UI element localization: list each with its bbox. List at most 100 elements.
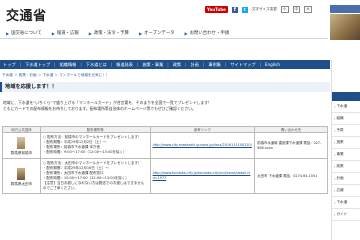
nav-item-press[interactable]: ▶ 報道・広報: [51, 30, 79, 37]
nav-item-label: 政策・法令・予算: [93, 31, 129, 36]
reference-cell: http://www.city.maebashi.gunma.jp/docs/2…: [149, 132, 256, 159]
distribution-cell: ○ 配布方法：太田市のマンホールカードをプレゼントします！ ・配布期間：平成29…: [39, 158, 151, 194]
sidebar-item[interactable]: › 事業: [332, 149, 360, 161]
distribution-table: 地方公共団体 配布場所等 参考リンク 問い合わせ先 群馬県前橋市 ○ 配布方法：…: [2, 126, 328, 194]
desc-line: ・配布時間：9:00～17:00（12:00～13:00を除く）: [42, 150, 127, 154]
tab-english[interactable]: English: [265, 62, 280, 67]
sidebar-header: [332, 92, 360, 101]
contact-cell: 太田市 下水道課 電話：0274-64-1551: [254, 158, 328, 194]
sidebar-item-label: 予算: [336, 128, 344, 132]
tab-policy[interactable]: 政策: [173, 62, 181, 68]
chevron-right-icon: ▶: [184, 30, 188, 36]
sidebar-item-label: 事業: [336, 152, 344, 156]
tab-separator: |: [202, 62, 205, 67]
tab-top[interactable]: トップ: [3, 62, 16, 68]
table-row: 群馬県前橋市 ○ 配布方法：前橋市のマンホールカードをプレゼントします！ ・配布…: [2, 132, 328, 159]
sidebar-item[interactable]: › 政策: [332, 161, 360, 173]
nav-item-policy[interactable]: ▶ 政策・法令・予算: [88, 30, 129, 37]
chevron-right-icon: ›: [334, 200, 336, 205]
prefecture-name: 群馬県: [10, 151, 22, 155]
tab-separator: |: [259, 62, 261, 67]
tab-about-sewer[interactable]: 下水道とは: [86, 62, 107, 68]
tab-separator: |: [224, 62, 227, 67]
sidebar-item[interactable]: › 下水道: [332, 197, 360, 209]
sidebar-item[interactable]: › 広報: [332, 185, 360, 197]
sidebar-item[interactable]: › ガイド: [332, 209, 360, 221]
youtube-icon[interactable]: YouTube: [205, 6, 228, 13]
right-sidebar: › 下水道 › 組織 › 予算 › 施策 › 事業 › 政策 › 計画 › 広報 › 下水道 › ガ…: [331, 60, 360, 240]
nav-item-opendata[interactable]: ▶ オープンデータ: [139, 30, 175, 37]
chevron-right-icon: ›: [334, 164, 336, 169]
font-size-small-button[interactable]: 小: [280, 6, 289, 13]
tab-separator: |: [19, 62, 21, 67]
desc-line: 【注意】当日お越しになれない方は郵送でのお渡しはできませんのでご了承ください。: [42, 181, 145, 190]
prefecture-name: 群馬県: [10, 181, 22, 186]
font-size-medium-button[interactable]: 中: [292, 6, 301, 13]
global-nav: ▶ 国交省について ▶ 報道・広報 ▶ 政策・法令・予算 ▶ オープンデータ ▶ お問い合…: [0, 28, 328, 39]
chevron-right-icon: ›: [334, 116, 336, 121]
facebook-icon[interactable]: f: [231, 6, 238, 13]
tab-sitemap[interactable]: サイトマップ: [230, 62, 255, 68]
sidebar-item-label: ガイド: [336, 212, 348, 216]
sidebar-item[interactable]: › 計画: [332, 173, 360, 185]
sidebar-item-label: 政策: [336, 164, 344, 168]
header-utilities: YouTube f t 文字サイズ変更 小 中 大: [205, 6, 312, 13]
nav-item-label: オープンデータ: [144, 31, 175, 36]
site-logo[interactable]: 交通省: [6, 5, 47, 24]
tab-sewer-top[interactable]: 下水道トップ: [25, 62, 50, 68]
tab-press[interactable]: 報道発表: [116, 62, 133, 68]
tab-separator: |: [136, 62, 139, 67]
chevron-right-icon: ›: [334, 212, 336, 217]
search-input[interactable]: [330, 5, 360, 13]
tab-plan[interactable]: 計画: [191, 62, 199, 68]
chevron-right-icon: ›: [334, 104, 336, 109]
city-name: 太田市: [21, 181, 33, 186]
nav-item-label: 国交省について: [11, 31, 42, 36]
section-tabs: トップ | 下水道トップ | 組織情報 | 下水道とは | 報道発表 | 施策・事業 | 政…: [0, 60, 330, 69]
sidebar-item-label: 下水道: [336, 104, 348, 108]
sidebar-item[interactable]: › 予算: [332, 125, 360, 137]
intro-text: 地域に、下水道を“いちくら”で盛り上げる「マンホールカード」が合言葉を、そのまり…: [3, 100, 328, 112]
contact-cell: 前橋市水道局 建設課下水道課 電話：027-898-xxxx: [254, 132, 328, 159]
sidebar-item-label: 計画: [336, 176, 344, 180]
tab-separator: |: [110, 62, 113, 67]
city-name: 前橋市: [21, 151, 33, 155]
reference-cell: http://www.tomioka-city.jp/tomioka-city/…: [149, 158, 256, 194]
sidebar-item-label: 広報: [336, 188, 344, 192]
tab-organization[interactable]: 組織情報: [60, 62, 77, 68]
breadcrumb[interactable]: 下水道 ＞ 政策・計画 ＞ 下水道 ＞ マンホールで地域を元気に！！: [2, 73, 109, 78]
tab-cases[interactable]: 事例集: [208, 62, 221, 68]
reference-link[interactable]: http://www.tomioka-city.jp/tomioka-city/…: [153, 171, 251, 180]
chevron-right-icon: ›: [334, 140, 336, 145]
chevron-right-icon: ›: [334, 188, 336, 193]
nav-item-about[interactable]: ▶ 国交省について: [6, 30, 42, 37]
table-row: 群馬県太田市 ○ 配布方法：太田市のマンホールカードをプレゼントします！ ・配布…: [2, 158, 328, 194]
distribution-cell: ○ 配布方法：前橋市のマンホールカードをプレゼントします！ ・配布期間：平成29…: [39, 132, 151, 159]
font-size-large-button[interactable]: 大: [304, 6, 312, 13]
chevron-right-icon: ▶: [6, 30, 10, 36]
manhole-card-image: [17, 137, 26, 149]
chevron-right-icon: ▶: [51, 30, 55, 36]
twitter-icon[interactable]: t: [241, 6, 248, 13]
tab-separator: |: [54, 62, 56, 67]
reference-link[interactable]: http://www.city.maebashi.gunma.jp/docs/2…: [153, 143, 252, 147]
chevron-right-icon: ›: [334, 152, 336, 157]
page-title: 地域を応援します！！: [0, 82, 330, 92]
nav-item-label: 報道・広報: [56, 31, 79, 36]
chevron-right-icon: ›: [334, 128, 336, 133]
chevron-right-icon: ›: [334, 176, 336, 181]
nav-item-label: お問い合わせ・申請: [189, 31, 230, 36]
sidebar-item-label: 下水道: [336, 200, 348, 204]
intro-line: ともにカードでの配布情報をお待ちしております。配布場所等自治体のホームページ等で…: [3, 106, 196, 111]
sidebar-item[interactable]: › 施策: [332, 137, 360, 149]
area-cell: 群馬県前橋市: [2, 132, 41, 159]
area-cell: 群馬県太田市: [2, 158, 41, 194]
chevron-right-icon: ▶: [88, 30, 92, 36]
sidebar-item[interactable]: › 組織: [332, 113, 360, 125]
tab-separator: |: [167, 62, 169, 67]
sidebar-item[interactable]: › 下水道: [332, 101, 360, 113]
tab-separator: |: [80, 62, 82, 67]
manhole-card-image: [17, 167, 26, 180]
tab-measures[interactable]: 施策・事業: [142, 62, 163, 68]
nav-item-contact[interactable]: ▶ お問い合わせ・申請: [184, 30, 230, 37]
